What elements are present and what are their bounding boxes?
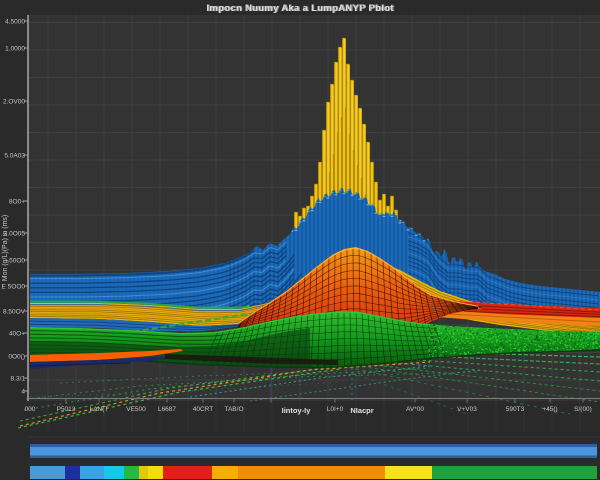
svg-text:TAB/O: TAB/O (224, 406, 243, 413)
svg-text:VE500: VE500 (126, 406, 146, 413)
svg-text:4.5000: 4.5000 (5, 19, 25, 26)
svg-text:8.3/1: 8.3/1 (11, 376, 26, 383)
svg-text:E 5OO0: E 5OO0 (2, 284, 26, 291)
svg-text:8.50OV: 8.50OV (3, 309, 26, 316)
svg-text:1.0000: 1.0000 (5, 46, 25, 53)
svg-text:P5013: P5013 (57, 406, 76, 413)
svg-text:4: 4 (21, 389, 25, 396)
svg-text:40O+: 40O+ (9, 331, 25, 338)
svg-text:AV*00: AV*00 (406, 406, 424, 413)
svg-text:L6687: L6687 (158, 406, 176, 413)
svg-text:S/(00): S/(00) (574, 406, 592, 413)
svg-text:2.OV00: 2.OV00 (3, 99, 25, 106)
svg-text:+45(): +45() (542, 406, 557, 413)
svg-text:0O0(): 0O0() (8, 354, 25, 361)
svg-text:V+V03: V+V03 (457, 406, 477, 413)
svg-text:L0I+0: L0I+0 (327, 406, 344, 413)
svg-text:8O0+: 8O0+ (9, 199, 25, 206)
svg-text:Mon (g/L)(Pa) in (ms): Mon (g/L)(Pa) in (ms) (2, 215, 9, 282)
svg-text:NIacpr: NIacpr (350, 406, 373, 415)
svg-text:Iintoy-Iy: Iintoy-Iy (282, 406, 312, 415)
svg-text:5.0A03: 5.0A03 (4, 153, 25, 160)
svg-text:50O0: 50O0 (9, 258, 25, 265)
svg-text:Impocn Nuumy Aka a LumpANYP Pb: Impocn Nuumy Aka a LumpANYP Pblot (206, 3, 394, 14)
svg-text:40CRT: 40CRT (193, 406, 214, 413)
svg-text:LAN(T: LAN(T (90, 406, 109, 413)
svg-text:000: 000 (25, 406, 36, 413)
svg-text:590T3: 590T3 (506, 406, 525, 413)
